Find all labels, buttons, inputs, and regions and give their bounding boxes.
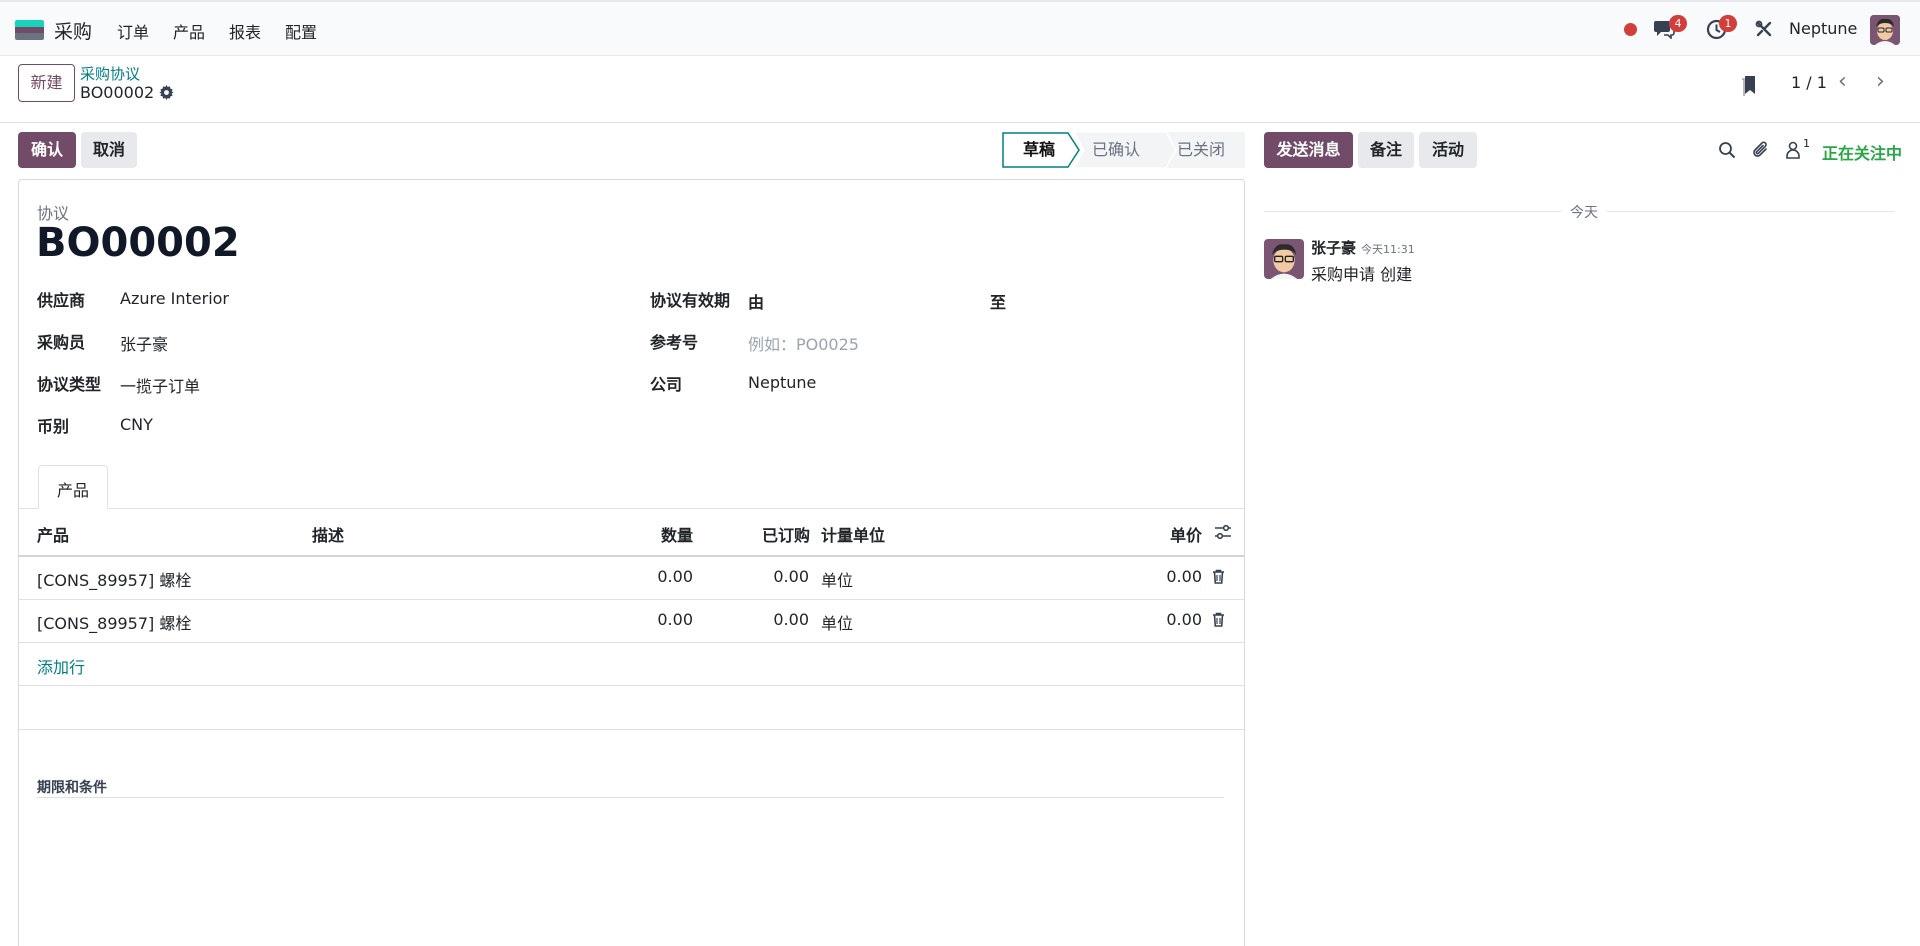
bookmark-icon[interactable] (1741, 74, 1759, 100)
vendor-label: 供应商 (37, 291, 86, 310)
terms-field[interactable] (37, 797, 1224, 798)
table-row[interactable] (18, 600, 1244, 642)
col-ordered[interactable]: 已订购 (762, 522, 810, 546)
search-icon[interactable] (1718, 141, 1736, 163)
send-message-button[interactable]: 发送消息 (1264, 132, 1353, 168)
cancel-button[interactable]: 取消 (81, 132, 137, 168)
trash-icon[interactable] (1212, 569, 1225, 588)
tab-divider (18, 508, 1244, 509)
table-divider (18, 685, 1244, 686)
currency-label: 币别 (37, 417, 70, 436)
row-uom[interactable]: 单位 (821, 567, 853, 591)
buyer-label: 采购员 (37, 333, 86, 352)
following-status[interactable]: 正在关注中 (1822, 140, 1902, 164)
col-uom[interactable]: 计量单位 (821, 522, 885, 546)
app-logo-icon[interactable] (15, 20, 44, 40)
tab-products-label: 产品 (57, 481, 90, 500)
row-uom[interactable]: 单位 (821, 610, 853, 634)
row-ordered: 0.00 (773, 567, 809, 586)
log-note-button[interactable]: 备注 (1358, 132, 1414, 168)
author-avatar[interactable] (1264, 239, 1304, 279)
validity-from-label: 由 (748, 293, 765, 312)
menu-config[interactable]: 配置 (285, 19, 317, 43)
breadcrumb-parent[interactable]: 采购协议 (80, 63, 140, 84)
validity-label: 协议有效期 (650, 291, 731, 310)
record-title[interactable]: BO00002 (36, 220, 240, 266)
pager-value[interactable]: 1 / 1 (1791, 73, 1827, 92)
breadcrumb-current: BO00002 (80, 83, 155, 102)
vendor-field[interactable]: Azure Interior (120, 289, 229, 308)
control-panel: 新建 采购协议 BO00002 1 / 1 ‹ › (0, 57, 1920, 123)
reference-input[interactable]: 例如：PO0025 (748, 331, 859, 355)
col-quantity[interactable]: 数量 (661, 522, 693, 546)
agreement-type-field[interactable]: 一揽子订单 (120, 373, 200, 397)
message-time: 今天11:31 (1361, 243, 1415, 256)
status-dot-icon[interactable] (1624, 23, 1637, 36)
company-switcher[interactable]: Neptune (1789, 19, 1857, 38)
agreement-type-label: 协议类型 (37, 375, 102, 394)
menu-orders[interactable]: 订单 (117, 19, 149, 43)
trash-icon[interactable] (1212, 612, 1225, 631)
confirm-button[interactable]: 确认 (18, 132, 76, 168)
company-label: 公司 (650, 375, 683, 394)
user-avatar[interactable] (1870, 15, 1900, 45)
activities-button[interactable]: 活动 (1419, 132, 1477, 168)
col-unit-price[interactable]: 单价 (1170, 522, 1202, 546)
top-navbar: 采购 订单 产品 报表 配置 4 1 Neptune (0, 0, 1920, 56)
message-body: 采购申请 创建 (1311, 265, 1413, 284)
currency-field[interactable]: CNY (120, 415, 153, 434)
row-divider (18, 642, 1244, 643)
col-product[interactable]: 产品 (37, 522, 69, 546)
table-footer-divider (18, 729, 1244, 730)
row-product[interactable]: [CONS_89957] 螺栓 (37, 567, 191, 591)
row-quantity[interactable]: 0.00 (657, 610, 693, 629)
terms-label: 期限和条件 (37, 780, 107, 796)
followers-icon[interactable] (1785, 141, 1801, 163)
row-unit-price[interactable]: 0.00 (1166, 610, 1202, 629)
table-row[interactable] (18, 557, 1244, 599)
app-name[interactable]: 采购 (54, 17, 92, 44)
buyer-field[interactable]: 张子豪 (120, 331, 168, 355)
company-field[interactable]: Neptune (748, 373, 816, 392)
new-button[interactable]: 新建 (18, 64, 75, 102)
messages-badge: 4 (1669, 15, 1687, 32)
stage-confirmed[interactable]: 已确认 (1092, 132, 1140, 168)
reference-label: 参考号 (650, 333, 699, 352)
row-product[interactable]: [CONS_89957] 螺栓 (37, 610, 191, 634)
activities-badge: 1 (1719, 15, 1737, 32)
paperclip-icon[interactable] (1752, 140, 1770, 164)
stage-draft[interactable]: 草稿 (1023, 132, 1055, 168)
row-quantity[interactable]: 0.00 (657, 567, 693, 586)
message-author[interactable]: 张子豪 (1311, 237, 1356, 258)
pager-next-icon[interactable]: › (1876, 71, 1885, 93)
column-settings-icon[interactable] (1214, 524, 1232, 544)
debug-tools-icon[interactable] (1755, 20, 1773, 42)
stage-closed[interactable]: 已关闭 (1177, 132, 1225, 168)
row-ordered: 0.00 (773, 610, 809, 629)
validity-to-label: 至 (990, 293, 1007, 312)
followers-count: 1 (1803, 137, 1810, 150)
menu-reports[interactable]: 报表 (229, 19, 261, 43)
pager-previous-icon[interactable]: ‹ (1838, 71, 1847, 93)
gear-icon[interactable] (159, 85, 174, 104)
row-unit-price[interactable]: 0.00 (1166, 567, 1202, 586)
add-line-link[interactable]: 添加行 (37, 654, 85, 678)
date-separator: 今天 (1562, 202, 1606, 222)
menu-products[interactable]: 产品 (173, 19, 205, 43)
col-description[interactable]: 描述 (312, 522, 344, 546)
